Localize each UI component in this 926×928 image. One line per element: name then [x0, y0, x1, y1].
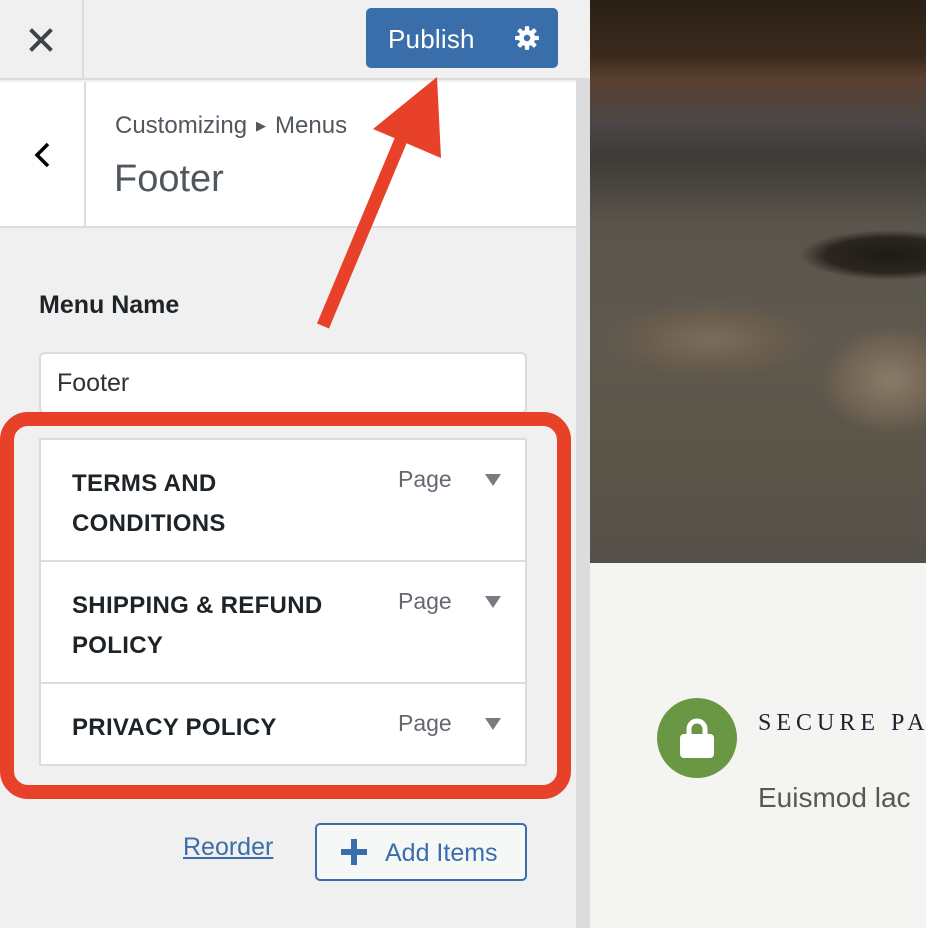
close-icon [29, 28, 53, 52]
publish-button[interactable]: Publish [366, 8, 558, 68]
lock-icon [680, 718, 714, 758]
caret-down-icon[interactable] [485, 596, 501, 608]
menu-name-label: Menu Name [39, 291, 180, 319]
caret-down-icon[interactable] [485, 474, 501, 486]
menu-item-type: Page [398, 466, 452, 492]
section-header: Customizing ▶ Menus Footer [0, 82, 576, 228]
reorder-link[interactable]: Reorder [183, 833, 273, 862]
menu-item-title: PRIVACY POLICY [72, 714, 277, 741]
feature-title: SECURE PA [758, 710, 926, 736]
breadcrumb-item: Menus [275, 112, 348, 139]
add-items-button[interactable]: Add Items [315, 823, 527, 881]
publish-label: Publish [388, 24, 475, 54]
gear-icon[interactable] [514, 25, 540, 51]
breadcrumb: Customizing ▶ Menus [115, 112, 347, 140]
menu-items-list: TERMS AND CONDITIONS Page SHIPPING & REF… [39, 438, 527, 766]
menu-item[interactable]: SHIPPING & REFUND POLICY Page [41, 562, 525, 684]
plus-icon [341, 839, 367, 865]
triangle-right-icon: ▶ [256, 118, 267, 133]
menu-item-type: Page [398, 710, 452, 736]
menu-item-title: TERMS AND CONDITIONS [72, 470, 226, 537]
menu-item-type: Page [398, 588, 452, 614]
chevron-left-icon [34, 142, 50, 168]
customizer-sidebar: Publish Customizing ▶ Menus Footer Menu … [0, 0, 590, 928]
section-title: Footer [114, 158, 224, 200]
feature-text: Euismod lac [758, 782, 911, 813]
caret-down-icon[interactable] [485, 718, 501, 730]
site-preview: SECURE PA Euismod lac [590, 0, 926, 928]
breadcrumb-item: Customizing [115, 112, 248, 139]
add-items-label: Add Items [385, 839, 498, 867]
menu-item[interactable]: PRIVACY POLICY Page [41, 684, 525, 764]
back-button[interactable] [0, 82, 86, 228]
menu-item-title: SHIPPING & REFUND POLICY [72, 592, 323, 659]
menu-item[interactable]: TERMS AND CONDITIONS Page [41, 440, 525, 562]
lock-badge [657, 698, 737, 778]
menu-name-input[interactable] [39, 352, 527, 414]
customizer-header: Publish [0, 0, 590, 80]
close-customizer-button[interactable] [0, 0, 84, 80]
hero-image [590, 0, 926, 563]
sidebar-scrollbar[interactable] [576, 80, 590, 928]
